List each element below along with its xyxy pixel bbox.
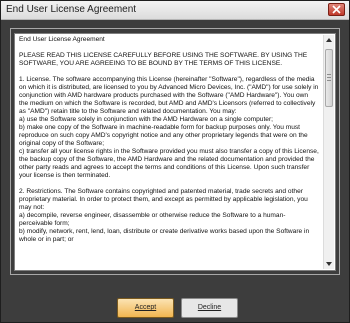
decline-button[interactable]: Decline [181, 298, 238, 318]
arrow-up-icon [326, 38, 332, 42]
license-paragraph: 2. Restrictions. The Software contains c… [19, 188, 310, 243]
grip-line [327, 80, 331, 81]
license-textbox[interactable]: End User License Agreement PLEASE READ T… [14, 33, 336, 271]
scroll-down-button[interactable] [324, 259, 334, 269]
grip-line [327, 74, 331, 75]
grip-line [327, 77, 331, 78]
vertical-scrollbar[interactable] [323, 35, 334, 269]
close-icon [332, 5, 341, 14]
scroll-thumb[interactable] [325, 49, 333, 107]
accept-button[interactable]: Accept [117, 298, 174, 318]
license-dialog: End User License Agreement End User Lice… [0, 0, 350, 323]
license-text: End User License Agreement PLEASE READ T… [19, 36, 319, 268]
license-paragraph: 1. License. The software accompanying th… [19, 76, 319, 179]
license-paragraph: PLEASE READ THIS LICENSE CAREFULLY BEFOR… [19, 52, 308, 67]
arrow-down-icon [326, 262, 332, 266]
window-title: End User License Agreement [6, 4, 137, 15]
license-heading: End User License Agreement [19, 36, 105, 43]
title-bar[interactable]: End User License Agreement [1, 1, 349, 20]
scroll-up-button[interactable] [324, 35, 334, 45]
close-button[interactable] [328, 3, 345, 16]
